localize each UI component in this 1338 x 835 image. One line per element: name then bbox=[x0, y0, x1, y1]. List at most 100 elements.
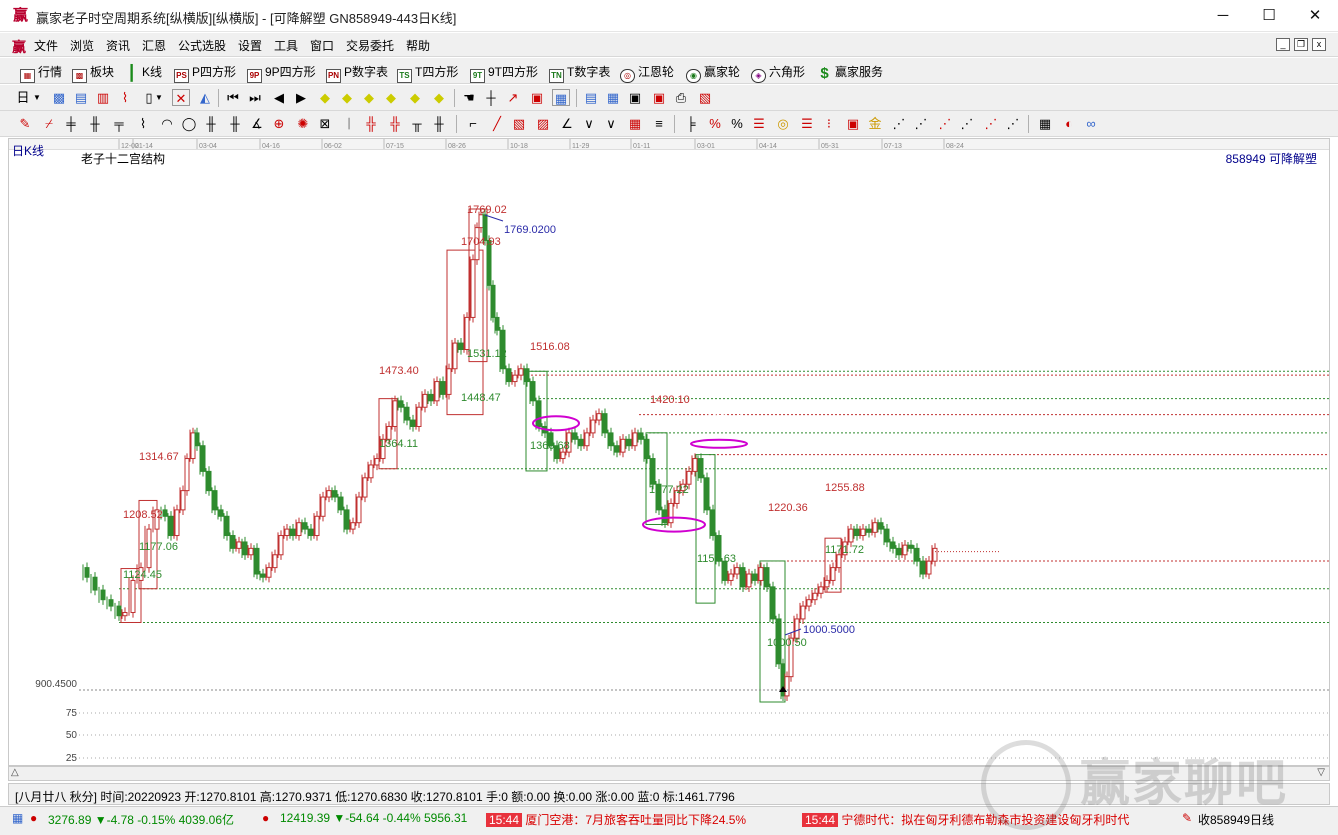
crosshair-icon[interactable]: ┼ bbox=[482, 89, 500, 106]
cross-tool-icon[interactable]: ✕ bbox=[172, 89, 190, 106]
gann-fan-icon[interactable]: ╪ bbox=[62, 115, 80, 132]
shift-left-icon[interactable]: ◆ bbox=[360, 89, 378, 106]
fan-lines-icon-6[interactable]: ⋰ bbox=[1004, 115, 1022, 132]
table3-icon[interactable]: ▦ bbox=[1036, 115, 1054, 132]
spiral-icon[interactable]: ✺ bbox=[294, 115, 312, 132]
toolbar-p-square[interactable]: PS P四方形 bbox=[174, 63, 236, 83]
menu-window[interactable]: 窗口 bbox=[310, 37, 334, 54]
menu-huien[interactable]: 汇恩 bbox=[142, 37, 166, 54]
toolbar-quotes[interactable]: ▦ 行情 bbox=[20, 63, 62, 83]
square-icon[interactable]: ╬ bbox=[386, 115, 404, 132]
shift-right-icon[interactable]: ◆ bbox=[382, 89, 400, 106]
fan-lines-icon-3[interactable]: ⋰ bbox=[936, 115, 954, 132]
line-tool-icon[interactable]: ╱ bbox=[488, 115, 506, 132]
calculator-icon[interactable]: ▦ bbox=[604, 89, 622, 106]
fib-levels-icon[interactable]: ☰ bbox=[798, 115, 816, 132]
chart-panel[interactable]: 12-02 01-14 03-04 04-16 06-02 07-15 08-26 10-18… bbox=[8, 138, 1330, 766]
news2[interactable]: 15:44 宁德时代：拟在匈牙利德布勒森市投资建设匈牙利时代 bbox=[802, 811, 1129, 828]
calendar-icon[interactable]: ▤ bbox=[582, 89, 600, 106]
dropdown-arrow-icon[interactable]: ▼ bbox=[32, 89, 42, 106]
calc-icon[interactable]: ▦ bbox=[12, 811, 23, 825]
maximize-button[interactable]: ☐ bbox=[1246, 0, 1292, 31]
shift-up-icon[interactable]: ◆ bbox=[406, 89, 424, 106]
period-select-icon[interactable]: 日 bbox=[14, 89, 32, 106]
menu-browse[interactable]: 浏览 bbox=[70, 37, 94, 54]
toolbar-sectors[interactable]: ▩ 板块 bbox=[72, 63, 114, 83]
toolbar-kline[interactable]: ┃ K线 bbox=[124, 63, 162, 81]
menu-formula[interactable]: 公式选股 bbox=[178, 37, 226, 54]
mdi-close-button[interactable]: x bbox=[1312, 38, 1326, 51]
angle-icon[interactable]: ∡ bbox=[248, 115, 266, 132]
channel-icon[interactable]: ╬ bbox=[362, 115, 380, 132]
last-page-icon[interactable]: ⏭ bbox=[246, 89, 264, 106]
notes-icon[interactable]: ▤ bbox=[72, 89, 90, 106]
minimize-button[interactable]: ─ bbox=[1200, 0, 1246, 31]
table-tool-icon[interactable]: ▦ bbox=[626, 115, 644, 132]
scroll-down-icon[interactable]: ▽ bbox=[1317, 767, 1325, 778]
fan-lines-icon[interactable]: ⋰ bbox=[890, 115, 908, 132]
grid-select-icon[interactable]: ▦ bbox=[552, 89, 570, 106]
fan-lines-icon-2[interactable]: ⋰ bbox=[912, 115, 930, 132]
fib-icon[interactable]: ╤ bbox=[110, 115, 128, 132]
percent-icon[interactable]: % bbox=[728, 115, 746, 132]
toolbar-9t-square[interactable]: 9T 9T四方形 bbox=[470, 63, 538, 83]
mdi-minimize-button[interactable]: _ bbox=[1276, 38, 1290, 51]
menu-settings[interactable]: 设置 bbox=[238, 37, 262, 54]
bar-chart-icon[interactable]: ▥ bbox=[94, 89, 112, 106]
time-zone-icon[interactable]: ╫ bbox=[226, 115, 244, 132]
pen-icon[interactable]: ✎ bbox=[16, 115, 34, 132]
toolbar-t-square[interactable]: TS T四方形 bbox=[397, 63, 458, 83]
step-left-icon[interactable]: ◀ bbox=[270, 89, 288, 106]
circle-icon[interactable]: ⊕ bbox=[270, 115, 288, 132]
export-icon[interactable]: ▣ bbox=[626, 89, 644, 106]
scroll-up-icon[interactable]: △ bbox=[11, 767, 19, 778]
trend-icon[interactable]: ↗ bbox=[504, 89, 522, 106]
index1-quote[interactable]: 3276.89 ▼-4.78 -0.15% 4039.06亿 bbox=[48, 811, 234, 828]
dropdown-arrow-icon-2[interactable]: ▼ bbox=[154, 89, 164, 106]
levels-icon[interactable]: ☰ bbox=[750, 115, 768, 132]
print-icon[interactable]: ⎙ bbox=[672, 89, 690, 106]
yinyang-icon[interactable]: ◐ bbox=[1060, 115, 1078, 132]
v-tool-icon[interactable]: ∨ bbox=[580, 115, 598, 132]
toolbar-winner-wheel[interactable]: ◉ 赢家轮 bbox=[686, 63, 740, 83]
draw-tool-icon[interactable]: ◭ bbox=[196, 89, 214, 106]
ray-icon[interactable]: ⌿ bbox=[40, 115, 58, 132]
fan-lines-icon-4[interactable]: ⋰ bbox=[958, 115, 976, 132]
hand-icon[interactable]: ☚ bbox=[460, 89, 478, 106]
gold-icon[interactable]: 金 bbox=[866, 115, 884, 132]
arc-icon[interactable]: ◠ bbox=[158, 115, 176, 132]
menu-file[interactable]: 文件 bbox=[34, 37, 58, 54]
toolbar-hexagon[interactable]: ◈ 六角形 bbox=[751, 63, 805, 83]
zoom-out-icon[interactable]: ◆ bbox=[338, 89, 356, 106]
parallel-icon[interactable]: ╥ bbox=[408, 115, 426, 132]
menu-trade[interactable]: 交易委托 bbox=[346, 37, 394, 54]
layout-icon[interactable]: ▩ bbox=[50, 89, 68, 106]
fib-fan-icon[interactable]: ⌇ bbox=[134, 115, 152, 132]
tools-icon[interactable]: ▧ bbox=[696, 89, 714, 106]
index2-quote[interactable]: 12419.39 ▼-54.64 -0.44% 5956.31 bbox=[280, 811, 467, 825]
step-right-icon[interactable]: ▶ bbox=[292, 89, 310, 106]
percent-fan-icon[interactable]: % bbox=[706, 115, 724, 132]
zoom-in-icon[interactable]: ◆ bbox=[316, 89, 334, 106]
rect-tool-icon[interactable]: ⌐ bbox=[464, 115, 482, 132]
fan-lines-icon-5[interactable]: ⋰ bbox=[982, 115, 1000, 132]
kline-chart[interactable]: 12-0201-14 03-04 04-16 06-02 07-15 08-26 10-18… bbox=[9, 139, 1329, 765]
hatch-tool-icon[interactable]: ▨ bbox=[534, 115, 552, 132]
bars-tool-icon[interactable]: ╞ bbox=[682, 115, 700, 132]
diag-tool-icon[interactable]: ▧ bbox=[510, 115, 528, 132]
infinity-icon[interactable]: ∞ bbox=[1082, 115, 1100, 132]
toolbar-p-number[interactable]: PN P数字表 bbox=[326, 63, 388, 83]
toolbar-service[interactable]: $ 赢家服务 bbox=[817, 63, 883, 81]
v-tool-icon-2[interactable]: ∨ bbox=[602, 115, 620, 132]
ellipse-icon[interactable]: ◯ bbox=[180, 115, 198, 132]
speed-icon[interactable]: ╫ bbox=[430, 115, 448, 132]
toolbar-t-number[interactable]: TN T数字表 bbox=[549, 63, 610, 83]
menu-info[interactable]: 资讯 bbox=[106, 37, 130, 54]
mdi-restore-button[interactable]: ❐ bbox=[1294, 38, 1308, 51]
news1[interactable]: 15:44 厦门空港：7月旅客吞吐量同比下降24.5% bbox=[486, 811, 746, 828]
gann-grid-icon[interactable]: ╫ bbox=[86, 115, 104, 132]
first-page-icon[interactable]: ⏮ bbox=[224, 89, 242, 106]
table2-icon[interactable]: ▣ bbox=[844, 115, 862, 132]
shift-down-icon[interactable]: ◆ bbox=[430, 89, 448, 106]
toolbar-9p-square[interactable]: 9P 9P四方形 bbox=[247, 63, 316, 83]
